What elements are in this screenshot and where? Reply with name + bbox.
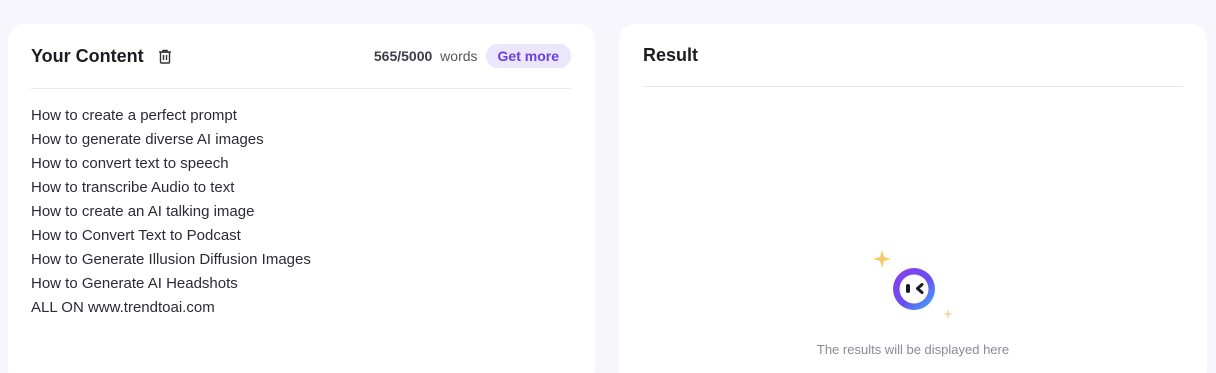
content-text-area[interactable]: How to create a perfect prompt How to gen… [31,104,571,320]
result-panel-title: Result [643,44,699,65]
content-line: ALL ON www.trendtoai.com [31,299,215,316]
content-line: How to transcribe Audio to text [31,179,235,196]
content-line: How to Convert Text to Podcast [31,227,241,244]
content-line: How to create an AI talking image [31,203,255,220]
content-panel: Your Content 565/5000 words Get more How… [8,24,595,373]
sparkle-icon [943,309,953,319]
word-count-unit: words [440,48,478,64]
content-line: How to convert text to speech [31,155,229,172]
content-line: How to generate diverse AI images [31,131,264,148]
content-line: How to create a perfect prompt [31,107,237,124]
empty-state-message: The results will be displayed here [816,342,1010,357]
word-count-value: 565/5000 [373,48,433,64]
sparkle-icon [873,250,891,268]
robot-face-icon [873,250,953,319]
content-panel-header: Your Content 565/5000 words Get more [31,24,571,89]
trash-icon[interactable] [157,48,173,65]
word-count: 565/5000 words [374,48,478,64]
empty-state: The results will be displayed here [619,246,1207,357]
page: Your Content 565/5000 words Get more How… [0,0,1216,373]
content-line: How to Generate Illusion Diffusion Image… [31,251,311,268]
content-panel-title: Your Content [31,45,144,66]
content-line: How to Generate AI Headshots [31,275,238,292]
word-count-area: 565/5000 words Get more [374,44,571,68]
get-more-button[interactable]: Get more [485,44,571,68]
result-panel: Result The results will be displayed her… [619,24,1207,373]
result-panel-header: Result [643,24,1183,87]
mascot [868,246,958,326]
